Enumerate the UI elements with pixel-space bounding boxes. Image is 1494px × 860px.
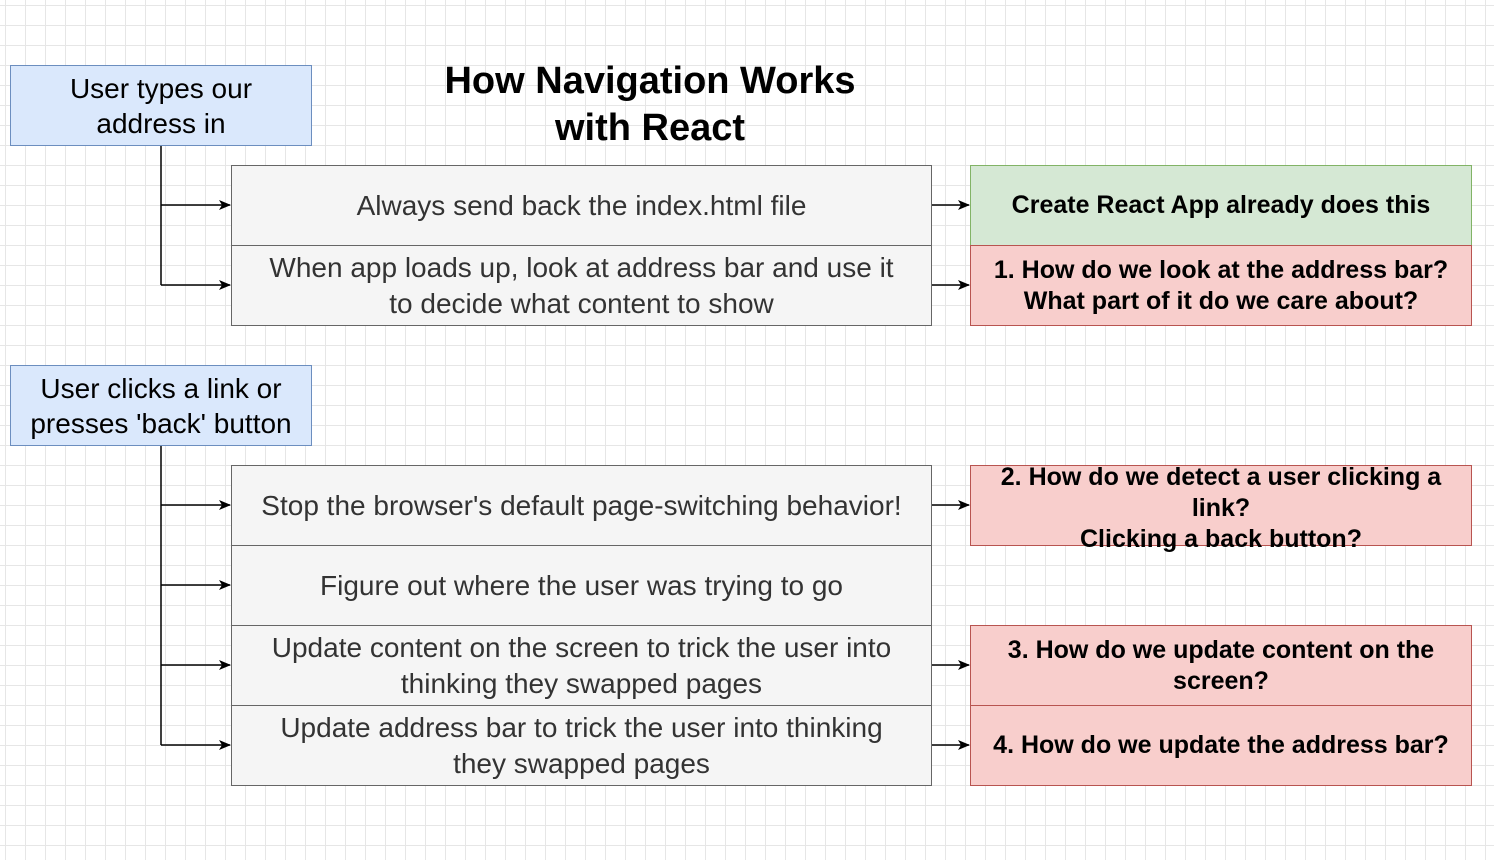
- connector-layer: [160, 146, 970, 750]
